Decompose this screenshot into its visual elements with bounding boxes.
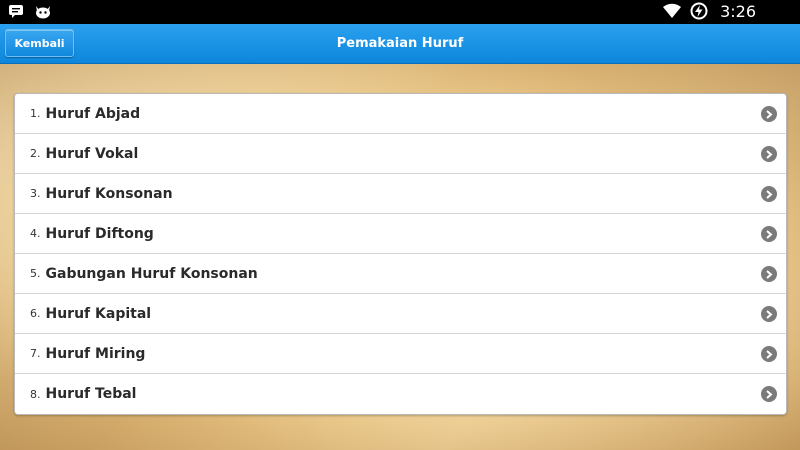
list-item-gabungan-huruf-konsonan[interactable]: 5. Gabungan Huruf Konsonan — [15, 254, 786, 294]
item-label: Gabungan Huruf Konsonan — [45, 265, 258, 282]
page-title: Pemakaian Huruf — [336, 36, 464, 51]
item-number: 1. — [30, 107, 41, 120]
item-label: Huruf Kapital — [45, 305, 152, 322]
list-item-huruf-kapital[interactable]: 6. Huruf Kapital — [15, 294, 786, 334]
back-button[interactable]: Kembali — [5, 29, 74, 57]
chevron-right-circle-icon — [761, 346, 777, 362]
list-item-huruf-tebal[interactable]: 8. Huruf Tebal — [15, 374, 786, 414]
item-number: 3. — [30, 187, 41, 200]
status-right-icons — [662, 2, 708, 24]
wifi-icon — [662, 2, 682, 24]
item-label: Huruf Miring — [45, 345, 146, 362]
menu-list: 1. Huruf Abjad 2. Huruf Vokal 3. Huruf K… — [14, 93, 787, 415]
item-number: 8. — [30, 387, 41, 401]
item-number: 2. — [30, 147, 41, 160]
battery-charging-icon — [690, 2, 708, 24]
list-item-huruf-vokal[interactable]: 2. Huruf Vokal — [15, 134, 786, 174]
chevron-right-circle-icon — [761, 386, 777, 402]
action-bar: Pemakaian Huruf Kembali — [0, 24, 800, 64]
chevron-right-circle-icon — [761, 106, 777, 122]
status-left-icons — [8, 3, 52, 23]
status-bar: 3:26 — [0, 0, 800, 24]
list-item-huruf-konsonan[interactable]: 3. Huruf Konsonan — [15, 174, 786, 214]
item-number: 5. — [30, 267, 41, 280]
item-label: Huruf Konsonan — [45, 185, 173, 202]
chevron-right-circle-icon — [761, 266, 777, 282]
list-item-huruf-diftong[interactable]: 4. Huruf Diftong — [15, 214, 786, 254]
item-number: 6. — [30, 307, 41, 320]
item-label: Huruf Diftong — [45, 225, 154, 242]
chevron-right-circle-icon — [761, 306, 777, 322]
item-label: Huruf Abjad — [45, 105, 141, 122]
chevron-right-circle-icon — [761, 146, 777, 162]
item-label: Huruf Tebal — [45, 386, 137, 402]
item-number: 7. — [30, 347, 41, 360]
chevron-right-circle-icon — [761, 226, 777, 242]
chevron-right-circle-icon — [761, 186, 777, 202]
android-cat-icon — [34, 3, 52, 23]
list-item-huruf-miring[interactable]: 7. Huruf Miring — [15, 334, 786, 374]
chat-notification-icon — [8, 3, 24, 23]
status-clock: 3:26 — [720, 2, 756, 21]
item-number: 4. — [30, 227, 41, 240]
list-item-huruf-abjad[interactable]: 1. Huruf Abjad — [15, 94, 786, 134]
item-label: Huruf Vokal — [45, 145, 139, 162]
